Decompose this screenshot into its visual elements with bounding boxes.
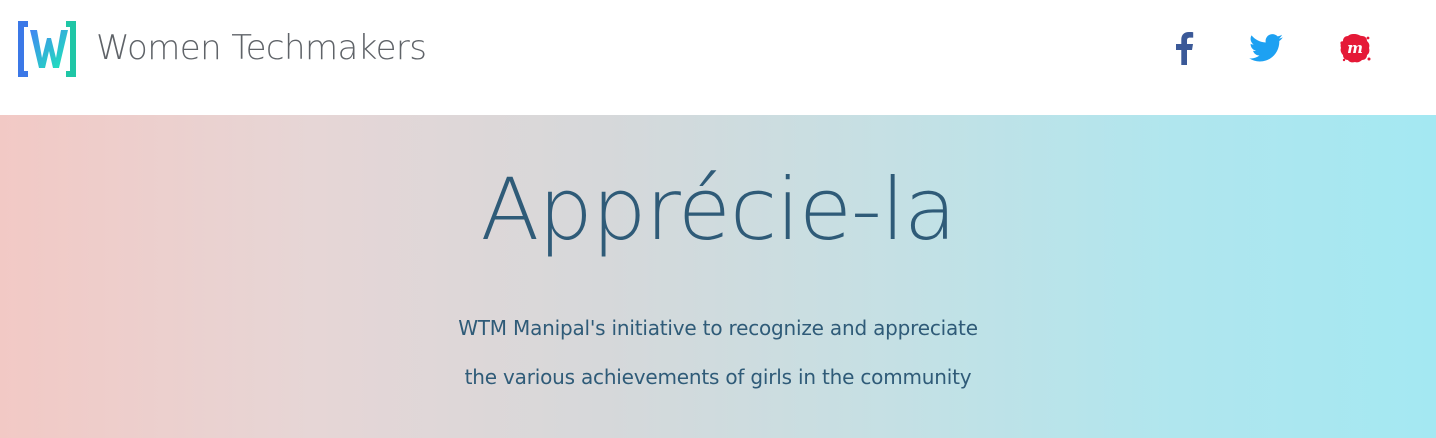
svg-text:m: m <box>1347 39 1363 57</box>
hero-description-line-2: the various achievements of girls in the… <box>464 365 972 389</box>
twitter-icon[interactable] <box>1246 28 1286 68</box>
facebook-icon[interactable] <box>1164 28 1204 68</box>
site-header: Women Techmakers m <box>0 0 1436 115</box>
hero-section: Apprécie-la WTM Manipal's initiative to … <box>0 115 1436 438</box>
meetup-icon[interactable]: m <box>1335 28 1375 68</box>
hero-description-line-1: WTM Manipal's initiative to recognize an… <box>458 316 978 340</box>
hero-title: Apprécie-la <box>480 160 956 260</box>
brand-name[interactable]: Women Techmakers <box>96 28 427 68</box>
wtm-logo-icon[interactable] <box>16 18 78 80</box>
